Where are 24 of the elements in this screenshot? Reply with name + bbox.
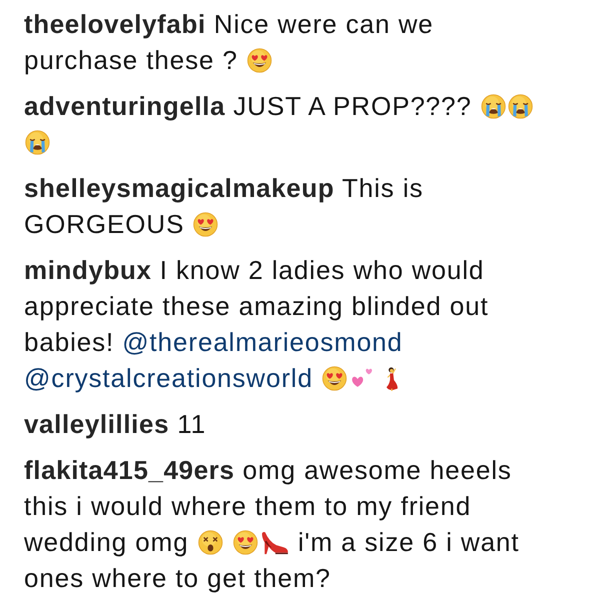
username-link[interactable]: adventuringella	[24, 91, 226, 121]
crying-face-icon	[25, 130, 50, 155]
mention-link[interactable]: @crystalcreationsworld	[24, 363, 313, 393]
mention-link[interactable]: @therealmarieosmond	[122, 327, 403, 357]
comment-text: theelovelyfabi Nice were can we purchase these ?	[24, 8, 435, 77]
heart-eyes-face-icon	[232, 530, 258, 555]
comment-text: adventuringella JUST A PROP????	[24, 88, 554, 160]
heart-eyes-face-icon	[247, 48, 272, 73]
comment-text: mindybux I know 2 ladies who would appreciate these amazing blinded out babies! @therealmarieosmond @crystalcreationsworld	[24, 254, 490, 395]
dizzy-face-icon	[198, 530, 223, 555]
dancer-icon	[384, 366, 400, 391]
heart-eyes-face-icon	[193, 212, 218, 237]
comment-text: valleylillies 11	[24, 408, 208, 441]
heart-eyes-face-icon	[322, 366, 348, 391]
username-link[interactable]: flakita415_49ers	[24, 455, 235, 485]
crying-face-icon	[508, 94, 533, 119]
comment-text: shelleysmagicalmakeup This is GORGEOUS	[24, 172, 424, 241]
username-link[interactable]: mindybux	[24, 255, 152, 285]
username-link[interactable]: theelovelyfabi	[24, 9, 206, 39]
username-link[interactable]: shelleysmagicalmakeup	[24, 173, 334, 203]
crying-face-icon	[480, 94, 506, 119]
high-heel-icon	[260, 530, 289, 555]
username-link[interactable]: valleylillies	[24, 409, 170, 439]
comment-text: flakita415_49ers omg awesome heeels this i would where them to my friend wedding omg i'm a size 6 i want ones where to get them?	[24, 454, 520, 595]
